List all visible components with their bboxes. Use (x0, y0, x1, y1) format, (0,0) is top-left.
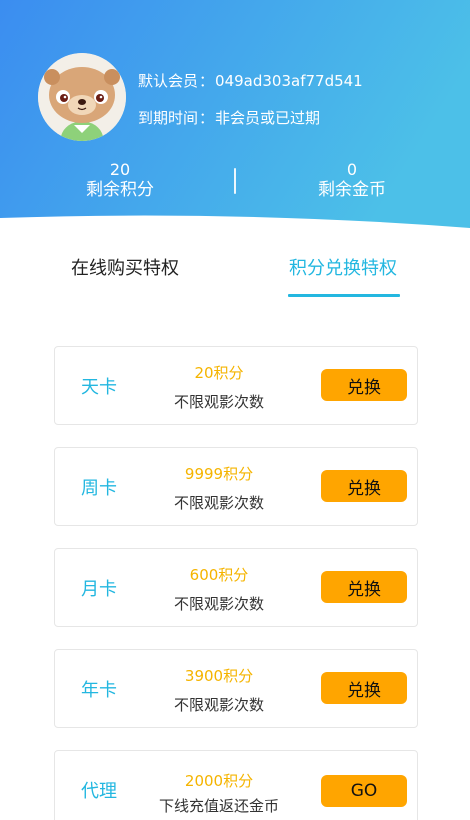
card-description: 不限观影次数 (173, 595, 264, 613)
card-description: 不限观影次数 (173, 696, 264, 714)
coins-stat: 0 剩余金币 (272, 161, 432, 201)
privilege-card-agent: 代理 2000积分 下线充值返还金币 GO (54, 750, 418, 820)
card-points: 20积分 (194, 364, 244, 382)
card-points: 600积分 (189, 566, 249, 584)
member-info: 默认会员：049ad303af77d541 (138, 70, 363, 91)
member-header: 默认会员：049ad303af77d541 到期时间：非会员或已过期 20 剩余… (0, 0, 470, 240)
expiry-info: 到期时间：非会员或已过期 (138, 107, 320, 128)
tab-online-purchase[interactable]: 在线购买特权 (71, 254, 179, 280)
card-name: 月卡 (81, 578, 117, 600)
card-name: 年卡 (81, 679, 117, 701)
card-name: 天卡 (81, 376, 117, 398)
privilege-card-month: 月卡 600积分 不限观影次数 兑换 (54, 548, 418, 627)
card-name: 周卡 (81, 477, 117, 499)
points-value: 20 (109, 160, 131, 179)
exchange-button[interactable]: 兑换 (321, 571, 407, 603)
go-button[interactable]: GO (321, 775, 407, 807)
card-points: 3900积分 (184, 667, 254, 685)
card-points: 9999积分 (184, 465, 254, 483)
card-name: 代理 (81, 780, 117, 802)
exchange-button[interactable]: 兑换 (321, 369, 407, 401)
privilege-card-day: 天卡 20积分 不限观影次数 兑换 (54, 346, 418, 425)
exchange-button[interactable]: 兑换 (321, 672, 407, 704)
coins-value: 0 (346, 160, 358, 179)
card-points: 2000积分 (184, 772, 254, 790)
coins-label: 剩余金币 (318, 180, 386, 200)
active-tab-indicator (288, 294, 400, 297)
member-separator: ： (199, 72, 215, 90)
exchange-page: 默认会员：049ad303af77d541 到期时间：非会员或已过期 20 剩余… (0, 0, 470, 820)
privilege-card-year: 年卡 3900积分 不限观影次数 兑换 (54, 649, 418, 728)
stats-divider (234, 168, 236, 194)
tab-points-exchange[interactable]: 积分兑换特权 (289, 254, 397, 280)
expiry-separator: ： (199, 109, 215, 127)
exchange-button[interactable]: 兑换 (321, 470, 407, 502)
card-description: 不限观影次数 (173, 494, 264, 512)
expiry-value: 非会员或已过期 (215, 109, 321, 127)
member-label: 默认会员 (138, 72, 199, 90)
member-id: 049ad303af77d541 (215, 72, 363, 90)
privilege-card-week: 周卡 9999积分 不限观影次数 兑换 (54, 447, 418, 526)
card-description: 下线充值返还金币 (158, 797, 279, 815)
expiry-label: 到期时间 (138, 109, 199, 127)
points-stat: 20 剩余积分 (40, 161, 200, 201)
card-description: 不限观影次数 (173, 393, 264, 411)
avatar[interactable] (38, 53, 126, 141)
bear-avatar-icon (38, 53, 126, 141)
points-label: 剩余积分 (86, 180, 154, 200)
